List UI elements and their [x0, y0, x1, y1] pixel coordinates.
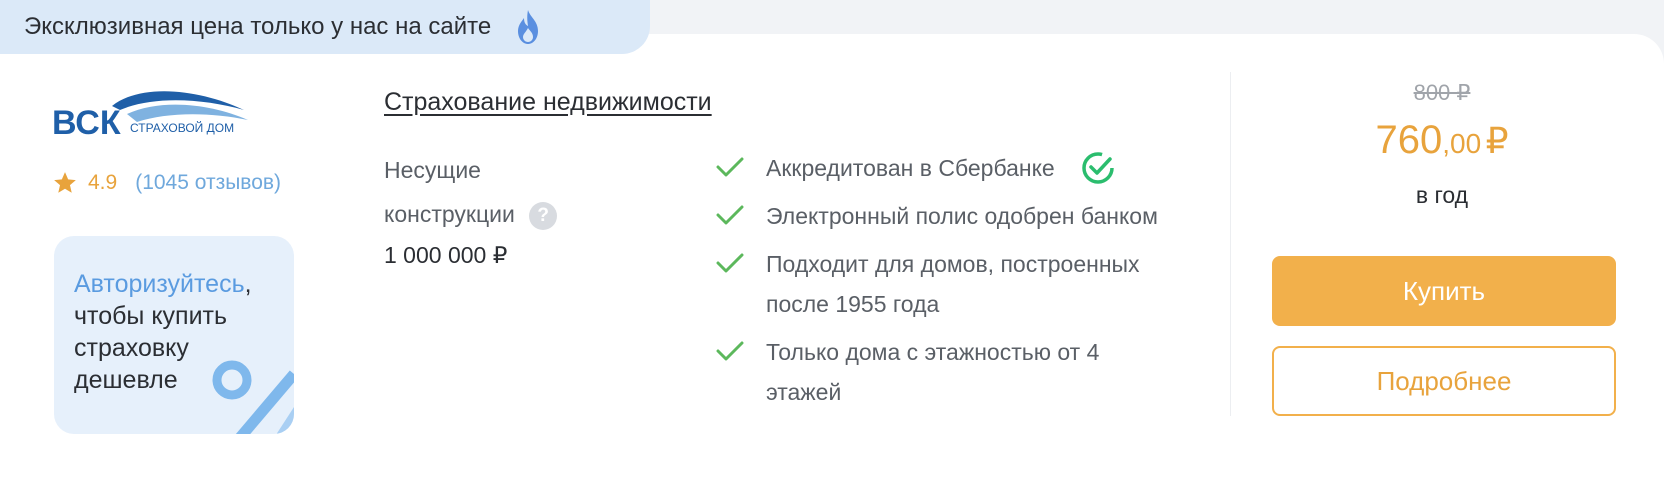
- feature-item: Аккредитован в Сбербанке: [714, 148, 1174, 188]
- coverage-label-text: Несущие конструкции: [384, 157, 515, 227]
- exclusive-price-text: Эксклюзивная цена только у нас на сайте: [24, 13, 492, 40]
- product-title-link[interactable]: Страхование недвижимости: [384, 88, 712, 117]
- help-icon[interactable]: ?: [529, 201, 558, 230]
- details-button[interactable]: Подробнее: [1272, 346, 1616, 416]
- reviews-link[interactable]: (1045 отзывов): [135, 171, 281, 195]
- login-promo-card[interactable]: Авторизуйтесь, чтобы купить страховку де…: [54, 236, 294, 434]
- coverage-value: 1 000 000 ₽: [384, 242, 508, 268]
- feature-text: Только дома с этажностью от 4 этажей: [766, 339, 1100, 405]
- check-icon: [716, 341, 744, 361]
- current-price: 760,00 ₽: [1270, 118, 1614, 163]
- exclusive-price-banner: Эксклюзивная цена только у нас на сайте: [0, 0, 650, 54]
- insurer-logo-subtext: СТРАХОВОЙ ДОМ: [130, 120, 234, 135]
- features-list: Аккредитован в Сбербанке Электронный пол…: [714, 148, 1174, 420]
- feature-text: Аккредитован в Сбербанке: [766, 155, 1055, 181]
- login-link[interactable]: Авторизуйтесь: [74, 270, 245, 298]
- insurer-logo-text: ВСК: [52, 104, 121, 142]
- price-main: 760: [1375, 118, 1443, 162]
- feature-item: Электронный полис одобрен банком: [714, 196, 1174, 236]
- rating-value: 4.9: [88, 171, 118, 194]
- feature-text: Подходит для домов, построенных после 19…: [766, 251, 1140, 317]
- insurer-rating: 4.9 (1045 отзывов): [52, 170, 281, 196]
- check-icon: [716, 205, 744, 225]
- price-cents: ,00: [1442, 128, 1482, 159]
- old-price: 800 ₽: [1413, 80, 1471, 105]
- star-icon: [54, 172, 76, 193]
- feature-text: Электронный полис одобрен банком: [766, 203, 1158, 229]
- buy-button[interactable]: Купить: [1272, 256, 1616, 326]
- price-period: в год: [1415, 182, 1469, 208]
- check-icon: [716, 157, 744, 177]
- feature-item: Только дома с этажностью от 4 этажей: [714, 332, 1174, 412]
- insurer-logo: ВСК СТРАХОВОЙ ДОМ: [52, 84, 272, 144]
- flame-icon: [518, 10, 539, 44]
- feature-item: Подходит для домов, построенных после 19…: [714, 244, 1174, 324]
- check-icon: [716, 253, 744, 273]
- vertical-divider: [1230, 72, 1231, 416]
- promo-comma: ,: [244, 270, 252, 298]
- coverage-label: Несущие конструкции ?: [384, 148, 584, 236]
- percent-decoration-icon: [212, 360, 294, 434]
- sberbank-icon: [1082, 152, 1114, 184]
- price-currency: ₽: [1485, 120, 1509, 161]
